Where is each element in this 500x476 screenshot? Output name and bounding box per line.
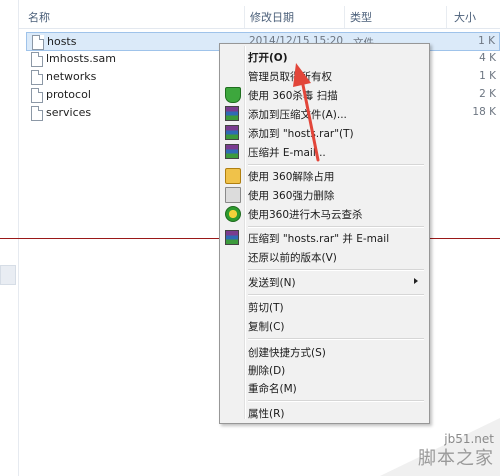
watermark: jb51.net 脚本之家 — [380, 418, 500, 476]
annotation-arrow — [293, 63, 320, 162]
watermark-site-name: 脚本之家 — [418, 448, 494, 469]
annotation-arrow-head — [293, 63, 311, 87]
annotation-arrow-shaft — [300, 78, 320, 162]
